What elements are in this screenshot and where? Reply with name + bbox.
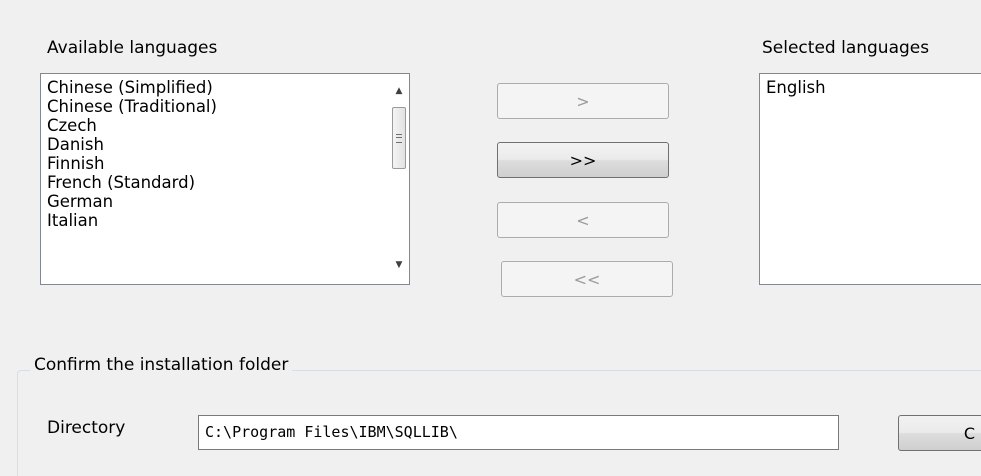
list-item[interactable]: English [760, 78, 981, 97]
list-item[interactable]: Chinese (Simplified) [41, 78, 409, 97]
change-directory-button[interactable]: C [898, 415, 981, 451]
list-item[interactable]: Danish [41, 135, 409, 154]
language-selection-panel: Available languages Chinese (Simplified)… [0, 0, 981, 476]
list-item[interactable]: Czech [41, 116, 409, 135]
selected-languages-label: Selected languages [762, 38, 930, 58]
vertical-scrollbar[interactable]: ▲ ▼ [389, 74, 409, 284]
available-languages-list[interactable]: Chinese (Simplified) Chinese (Traditiona… [40, 73, 410, 285]
scroll-thumb[interactable] [392, 107, 406, 169]
list-item[interactable]: Finnish [41, 154, 409, 173]
scroll-down-arrow-icon[interactable]: ▼ [389, 256, 409, 274]
list-item[interactable]: French (Standard) [41, 173, 409, 192]
add-selected-button[interactable]: > [497, 83, 669, 119]
remove-all-button[interactable]: << [501, 261, 673, 297]
grip-icon [396, 133, 402, 143]
add-all-button[interactable]: >> [497, 142, 669, 178]
directory-input[interactable]: C:\Program Files\IBM\SQLLIB\ [198, 415, 839, 450]
change-directory-button-label: C [963, 423, 975, 443]
remove-selected-button[interactable]: < [497, 202, 669, 238]
scroll-up-arrow-icon[interactable]: ▲ [389, 82, 409, 100]
selected-languages-list[interactable]: English [759, 73, 981, 285]
list-item[interactable]: Italian [41, 211, 409, 230]
available-languages-label: Available languages [47, 38, 218, 58]
list-item[interactable]: Chinese (Traditional) [41, 97, 409, 116]
directory-label: Directory [47, 418, 126, 438]
installation-folder-group-title: Confirm the installation folder [30, 355, 293, 375]
list-item[interactable]: German [41, 192, 409, 211]
